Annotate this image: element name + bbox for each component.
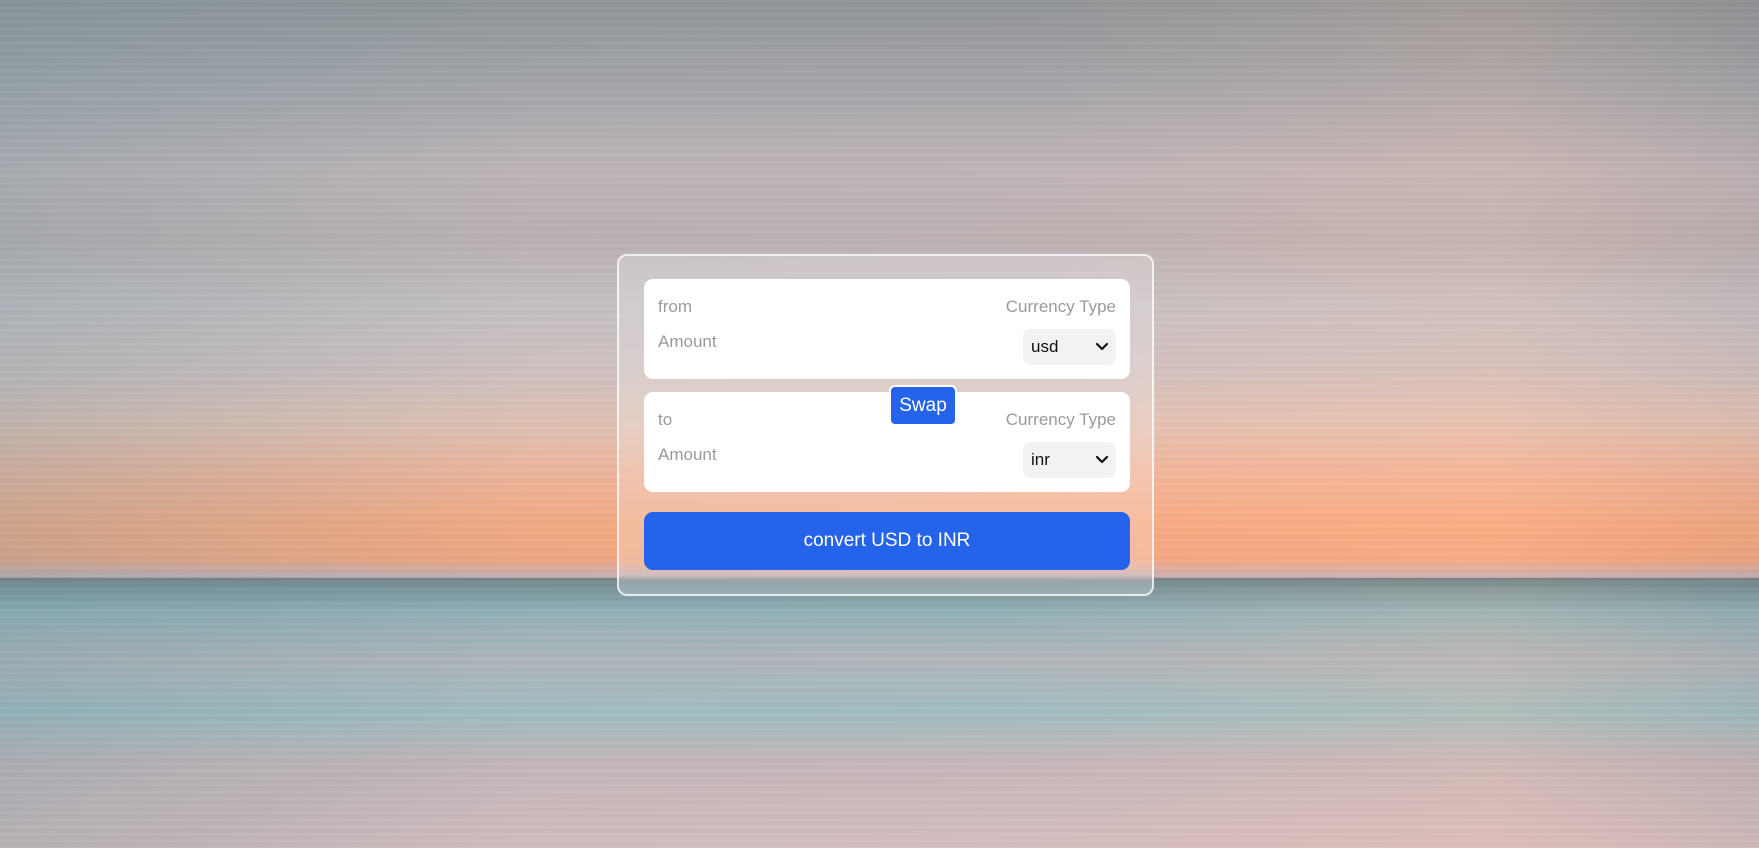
from-currency-type-label: Currency Type xyxy=(1005,297,1116,316)
to-currency-select[interactable]: inr xyxy=(1023,442,1116,478)
chevron-down-icon xyxy=(1090,448,1114,472)
from-amount-input[interactable] xyxy=(658,327,958,357)
converter-card: from Currency Type usd to Currency Type … xyxy=(617,254,1154,596)
to-currency-type-label: Currency Type xyxy=(1005,410,1116,429)
swap-button[interactable]: Swap xyxy=(889,385,957,426)
chevron-down-icon xyxy=(1090,335,1114,359)
to-label: to xyxy=(658,410,673,429)
convert-button[interactable]: convert USD to INR xyxy=(644,512,1130,570)
from-label: from xyxy=(658,297,692,316)
to-panel: to Currency Type inr xyxy=(644,392,1130,492)
from-panel: from Currency Type usd xyxy=(644,279,1130,379)
to-currency-value: inr xyxy=(1031,450,1050,469)
from-currency-select[interactable]: usd xyxy=(1023,329,1116,365)
to-amount-input[interactable] xyxy=(658,440,958,470)
from-currency-value: usd xyxy=(1031,337,1059,356)
